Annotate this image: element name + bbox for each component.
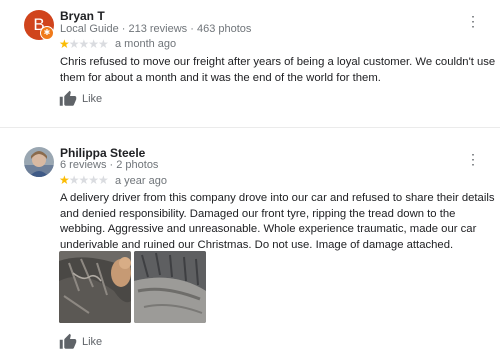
star-filled-icon: ★ bbox=[59, 173, 70, 187]
reviewer-meta: Local Guide · 213 reviews · 463 photos bbox=[60, 23, 252, 35]
avatar[interactable] bbox=[24, 147, 54, 177]
more-options-icon[interactable]: ⋮ bbox=[466, 12, 480, 30]
star-empty-icon: ★★★★ bbox=[68, 37, 109, 51]
star-filled-icon: ★ bbox=[59, 37, 70, 51]
more-options-icon[interactable]: ⋮ bbox=[466, 150, 480, 168]
like-button[interactable]: Like bbox=[59, 90, 119, 108]
review-text: Chris refused to move our freight after … bbox=[60, 56, 496, 84]
star-rating: ★★★★★ bbox=[59, 173, 109, 187]
local-guide-badge-icon: ✱ bbox=[40, 26, 54, 40]
like-button[interactable]: Like bbox=[59, 333, 119, 351]
review-time: a year ago bbox=[115, 175, 167, 187]
like-label: Like bbox=[82, 336, 103, 348]
review-card: B ✱ Bryan T Local Guide · 213 reviews · … bbox=[0, 0, 500, 118]
star-rating: ★★★★★ bbox=[59, 37, 109, 51]
reviewer-name[interactable]: Philippa Steele bbox=[60, 146, 145, 160]
reviewer-meta: 6 reviews · 2 photos bbox=[60, 159, 159, 171]
star-empty-icon: ★★★★ bbox=[68, 173, 109, 187]
review-card: Philippa Steele 6 reviews · 2 photos ⋮ ★… bbox=[0, 128, 500, 356]
tyre-damage-photo[interactable] bbox=[59, 251, 131, 323]
tyre-tread-photo[interactable] bbox=[134, 251, 206, 323]
review-text: A delivery driver from this company drov… bbox=[60, 192, 495, 251]
review-time: a month ago bbox=[115, 38, 177, 50]
thumbs-up-icon bbox=[59, 333, 77, 349]
thumbs-up-icon bbox=[59, 90, 77, 106]
reviewer-name[interactable]: Bryan T bbox=[60, 9, 105, 23]
like-label: Like bbox=[82, 93, 103, 105]
